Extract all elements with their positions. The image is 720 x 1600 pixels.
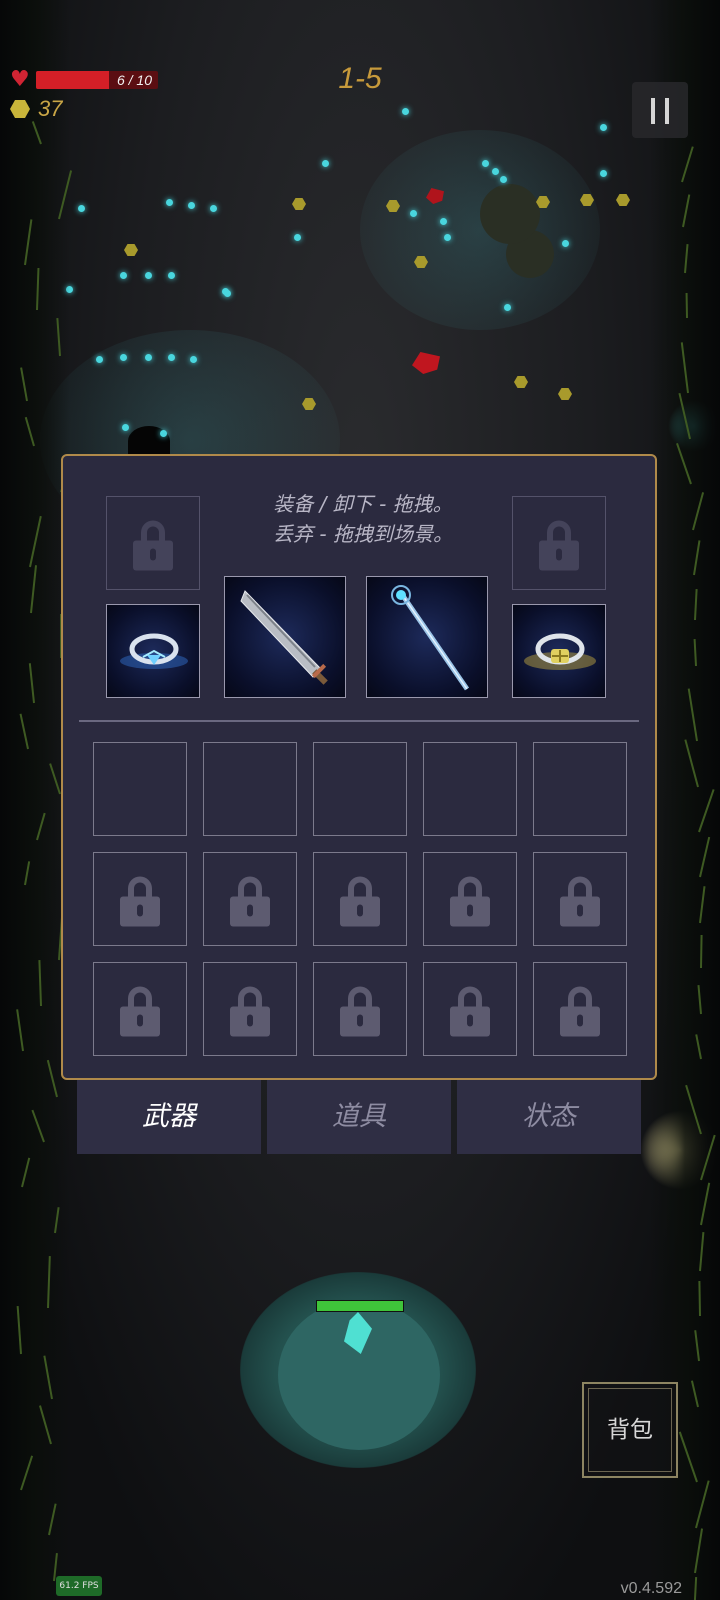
spore-particle: [78, 205, 85, 212]
gold-count: 37: [38, 96, 63, 121]
lock-icon: [230, 986, 270, 1037]
grass-blade: [699, 935, 703, 969]
spore-particle: [210, 205, 217, 212]
pause-icon-bar: [665, 98, 669, 124]
equip-slot-weapon-staff[interactable]: [366, 576, 488, 698]
instruction-discard: 丢弃 - 拖拽到场景。: [273, 522, 453, 546]
locked-equip-slot-left: [106, 496, 200, 590]
level-indicator: 1-5: [338, 62, 382, 95]
spore-particle: [122, 424, 129, 431]
spore-particle: [444, 234, 451, 241]
spore-particle: [145, 272, 152, 279]
staff-icon: [391, 585, 470, 691]
spore-particle: [492, 168, 499, 175]
pause-button[interactable]: [632, 82, 688, 138]
red-gem: [412, 352, 440, 374]
inventory-slot-empty[interactable]: [93, 742, 187, 836]
grass-blade: [697, 1280, 701, 1316]
spore-particle: [500, 176, 507, 183]
version-label: v0.4.592: [620, 1580, 682, 1597]
inventory-slot-empty[interactable]: [313, 742, 407, 836]
tab-weapons[interactable]: 武器: [77, 1080, 261, 1154]
spore-particle: [482, 160, 489, 167]
coin-pickup: [616, 194, 630, 206]
tab-status[interactable]: 状态: [457, 1080, 641, 1154]
spore-particle: [402, 108, 409, 115]
spore-particle: [145, 354, 152, 361]
inventory-slot-locked: [313, 852, 407, 946]
lock-icon: [120, 876, 160, 927]
pause-icon: [651, 98, 655, 124]
lock-icon: [133, 520, 173, 571]
spore-particle: [120, 354, 127, 361]
inventory-slot-locked: [203, 962, 297, 1056]
coin-pickup: [514, 376, 528, 388]
left-foliage: [0, 0, 70, 1600]
equip-slot-ring-right[interactable]: [512, 604, 606, 698]
inventory-slot-locked: [93, 962, 187, 1056]
lock-icon: [560, 986, 600, 1037]
coin-pickup: [558, 388, 572, 400]
lock-icon: [560, 876, 600, 927]
health-text: 6 / 10: [116, 72, 152, 88]
inventory-slot-empty[interactable]: [533, 742, 627, 836]
inventory-slot-empty[interactable]: [423, 742, 517, 836]
lock-icon: [450, 876, 490, 927]
locked-equip-slot-right: [512, 496, 606, 590]
backpack-button[interactable]: 背包: [582, 1382, 678, 1478]
instruction-equip: 装备 / 卸下 - 拖拽。: [273, 492, 453, 516]
player-health-bar: [316, 1300, 404, 1312]
glow-area: [360, 130, 600, 330]
spore-particle: [600, 170, 607, 177]
spore-particle: [160, 430, 167, 437]
health-bar: 6 / 10: [36, 71, 158, 89]
inventory-slot-locked: [423, 962, 517, 1056]
spore-particle: [600, 124, 607, 131]
spore-particle: [168, 354, 175, 361]
tab-items[interactable]: 道具: [267, 1080, 451, 1154]
spore-particle: [562, 240, 569, 247]
panel-divider: [79, 720, 639, 722]
inventory-slot-locked: [533, 962, 627, 1056]
equip-slot-weapon-sword[interactable]: [224, 576, 346, 698]
lock-icon: [340, 876, 380, 927]
spore-particle: [190, 356, 197, 363]
spore-particle: [322, 160, 329, 167]
equip-slot-ring-left[interactable]: [106, 604, 200, 698]
inventory-slot-locked: [203, 852, 297, 946]
spore-particle: [188, 202, 195, 209]
ring-icon: [120, 633, 188, 669]
lock-icon: [539, 520, 579, 571]
spore-particle: [166, 199, 173, 206]
spore-particle: [168, 272, 175, 279]
spore-particle: [440, 218, 447, 225]
lock-icon: [120, 986, 160, 1037]
coin-pickup: [124, 244, 138, 256]
spore-particle: [96, 356, 103, 363]
lock-icon: [230, 876, 270, 927]
grass-blade: [685, 292, 688, 318]
spore-particle: [294, 234, 301, 241]
inventory-slot-locked: [423, 852, 517, 946]
spore-particle: [410, 210, 417, 217]
coin-pickup: [292, 198, 306, 210]
inventory-slot-locked: [93, 852, 187, 946]
health-bar-fill: [36, 71, 110, 89]
ring-icon: [524, 633, 596, 670]
spore-particle: [224, 290, 231, 297]
inventory-slot-empty[interactable]: [203, 742, 297, 836]
lock-icon: [340, 986, 380, 1037]
heart-icon: ♥: [10, 67, 30, 92]
player-health-fill: [317, 1301, 403, 1311]
lock-icon: [450, 986, 490, 1037]
inventory-slot-locked: [313, 962, 407, 1056]
enemy-beetle: [480, 184, 540, 244]
inventory-slot-locked: [533, 852, 627, 946]
spore-particle: [120, 272, 127, 279]
spore-particle: [504, 304, 511, 311]
fps-counter: 61.2 FPS: [56, 1576, 102, 1596]
inventory-panel: 装备 / 卸下 - 拖拽。 丢弃 - 拖拽到场景。: [61, 454, 657, 1080]
sword-icon: [240, 590, 328, 685]
